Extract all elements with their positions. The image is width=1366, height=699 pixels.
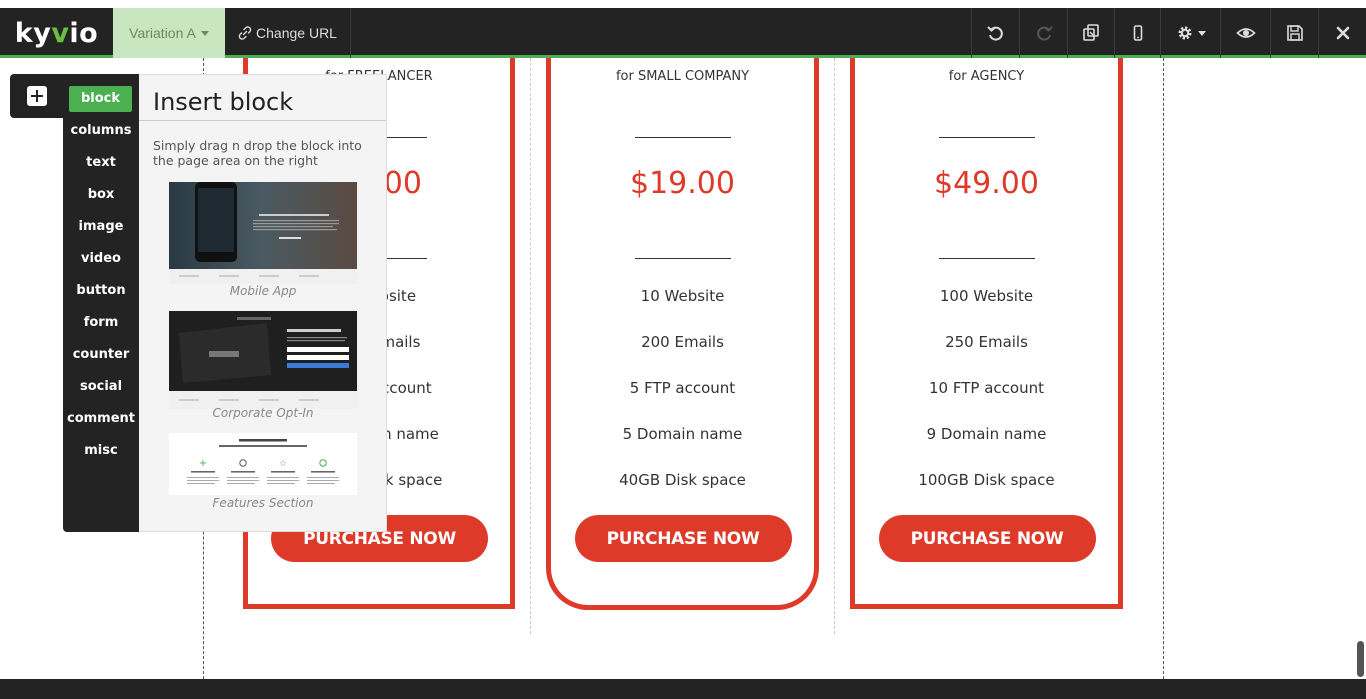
menu-item-form[interactable]: form bbox=[63, 310, 139, 336]
settings-dropdown[interactable] bbox=[1160, 8, 1220, 58]
logo-text: io bbox=[69, 17, 99, 49]
logo-text-accent: v bbox=[51, 17, 70, 49]
undo-icon bbox=[986, 26, 1003, 41]
mobile-icon bbox=[1133, 25, 1142, 41]
feature-item: 10 FTP account bbox=[929, 379, 1044, 397]
window-top-strip bbox=[0, 0, 1366, 8]
insert-toggle-button[interactable] bbox=[10, 74, 64, 118]
feature-item: 100GB Disk space bbox=[918, 471, 1055, 489]
card-label: for SMALL COMPANY bbox=[615, 69, 750, 84]
pricing-card-agency[interactable]: for AGENCY $49.00 100 Website 250 Emails… bbox=[850, 58, 1123, 609]
gear-icon bbox=[1178, 26, 1192, 40]
menu-item-social[interactable]: social bbox=[63, 374, 139, 400]
insert-block-panel: Insert block Simply drag n drop the bloc… bbox=[139, 74, 387, 532]
feature-item: 250 Emails bbox=[945, 333, 1028, 351]
card-price: $49.00 bbox=[934, 166, 1039, 201]
kyvio-logo: ky v io bbox=[0, 8, 113, 58]
corporate-opt-in-preview-image bbox=[169, 311, 357, 409]
menu-item-image[interactable]: image bbox=[63, 214, 139, 240]
menu-item-block[interactable]: block bbox=[69, 86, 132, 112]
change-url-label: Change URL bbox=[256, 25, 337, 41]
save-button[interactable] bbox=[1270, 8, 1318, 58]
redo-icon bbox=[1036, 26, 1053, 41]
link-icon bbox=[238, 26, 252, 40]
plus-icon bbox=[27, 86, 47, 106]
feature-item: 9 Domain name bbox=[926, 425, 1047, 443]
thumbnail-caption: Mobile App bbox=[229, 284, 297, 298]
menu-item-counter[interactable]: counter bbox=[63, 342, 139, 368]
feature-item: 10 Website bbox=[640, 287, 725, 305]
mobile-view-button[interactable] bbox=[1114, 8, 1160, 58]
mobile-app-preview-image bbox=[169, 182, 357, 284]
feature-item: 5 FTP account bbox=[629, 379, 736, 397]
menu-item-text[interactable]: text bbox=[63, 150, 139, 176]
pricing-card-small-company[interactable]: for SMALL COMPANY $19.00 10 Website 200 … bbox=[546, 58, 819, 610]
purchase-now-button[interactable]: PURCHASE NOW bbox=[878, 515, 1096, 562]
menu-item-box[interactable]: box bbox=[63, 182, 139, 208]
panel-description: Simply drag n drop the block into the pa… bbox=[153, 138, 362, 168]
chevron-down-icon bbox=[1198, 30, 1206, 36]
duplicate-button[interactable] bbox=[1067, 8, 1114, 58]
thumbnail-caption: Features Section bbox=[212, 496, 314, 510]
menu-item-misc[interactable]: misc bbox=[63, 438, 139, 464]
block-thumbnail-features-section[interactable]: + ☆ bbox=[169, 433, 357, 495]
card-label: for AGENCY bbox=[948, 69, 1025, 84]
block-thumbnail-corporate-opt-in[interactable] bbox=[169, 311, 357, 409]
page-guide-right bbox=[1163, 58, 1164, 699]
divider bbox=[938, 258, 1035, 259]
menu-item-comment[interactable]: comment bbox=[63, 406, 139, 432]
variation-dropdown[interactable]: Variation A bbox=[113, 8, 225, 58]
divider bbox=[634, 258, 731, 259]
logo-text: ky bbox=[14, 17, 52, 49]
close-icon bbox=[1336, 26, 1349, 40]
feature-item: 5 Domain name bbox=[622, 425, 743, 443]
page-footer-band bbox=[0, 679, 1366, 699]
save-icon bbox=[1286, 25, 1303, 41]
feature-item: 100 Website bbox=[939, 287, 1034, 305]
close-button[interactable] bbox=[1318, 8, 1366, 58]
block-thumbnail-mobile-app[interactable] bbox=[169, 182, 357, 284]
features-section-preview-image: + ☆ bbox=[169, 433, 357, 495]
scrollbar-thumb[interactable] bbox=[1357, 641, 1364, 677]
menu-item-columns[interactable]: columns bbox=[63, 118, 139, 144]
variation-label: Variation A bbox=[129, 25, 196, 41]
panel-title: Insert block bbox=[153, 88, 294, 116]
menu-item-video[interactable]: video bbox=[63, 246, 139, 272]
card-price: $19.00 bbox=[630, 166, 735, 201]
divider bbox=[139, 120, 386, 121]
preview-button[interactable] bbox=[1220, 8, 1270, 58]
column-divider bbox=[834, 58, 835, 634]
thumbnail-caption: Corporate Opt-In bbox=[212, 406, 314, 420]
divider bbox=[634, 137, 731, 138]
menu-item-button[interactable]: button bbox=[63, 278, 139, 304]
chevron-down-icon bbox=[200, 30, 209, 36]
divider bbox=[938, 137, 1035, 138]
purchase-now-button[interactable]: PURCHASE NOW bbox=[574, 515, 792, 562]
column-divider bbox=[530, 58, 531, 634]
svg-text:+: + bbox=[199, 458, 207, 469]
insert-category-menu: block columns text box image video butto… bbox=[63, 74, 139, 532]
change-url-button[interactable]: Change URL bbox=[225, 8, 351, 58]
svg-text:☆: ☆ bbox=[279, 459, 287, 469]
feature-item: 40GB Disk space bbox=[619, 471, 746, 489]
undo-button[interactable] bbox=[971, 8, 1019, 58]
copy-icon bbox=[1083, 24, 1099, 41]
redo-button[interactable] bbox=[1019, 8, 1067, 58]
preview-eye-icon bbox=[1235, 28, 1256, 38]
feature-item: 200 Emails bbox=[641, 333, 724, 351]
